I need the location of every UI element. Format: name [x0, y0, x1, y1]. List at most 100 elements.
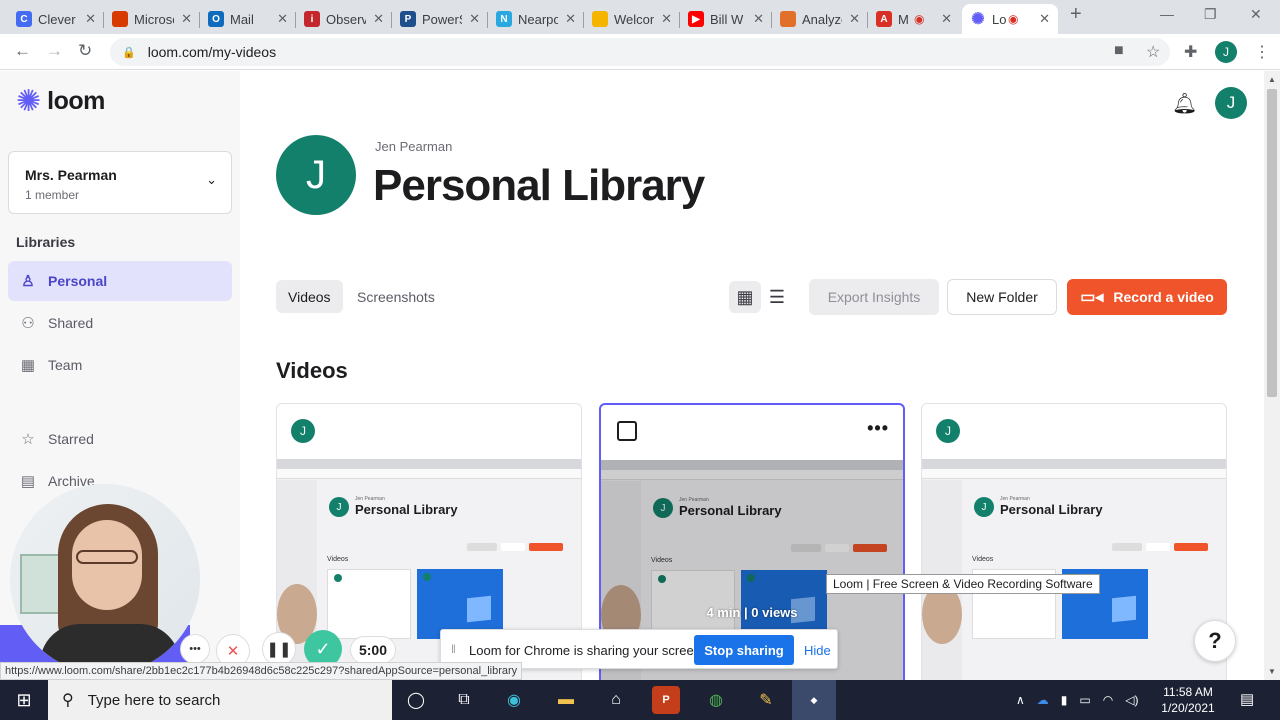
browser-tab[interactable]: A M ◉ ✕	[868, 4, 960, 34]
bookmark-star-icon[interactable]: ☆	[1146, 42, 1160, 62]
tab-videos[interactable]: Videos	[276, 280, 343, 313]
chrome-icon[interactable]: ◍	[702, 686, 730, 714]
drag-handle-icon[interactable]: ‖	[451, 642, 456, 656]
windows-start-button[interactable]: ⊞	[0, 680, 48, 720]
new-tab-icon[interactable]: +	[1070, 3, 1082, 26]
browser-tab[interactable]: N Nearpod ✕	[488, 4, 584, 34]
task-view-icon[interactable]: ⧉	[450, 686, 478, 714]
browser-tab[interactable]: Microsoft ✕	[104, 4, 200, 34]
export-insights-button[interactable]: Export Insights	[809, 279, 939, 315]
browser-tab[interactable]: ▶ Bill W ✕	[680, 4, 772, 34]
list-view-icon[interactable]: ☰	[761, 281, 793, 313]
video-camera-icon: ▭◂	[1080, 289, 1104, 306]
onedrive-icon[interactable]: ☁	[1037, 693, 1049, 707]
thumbnail-tabstrip	[277, 459, 581, 469]
person-icon: ♙	[21, 273, 35, 290]
system-tray: ∧ ☁ ▮ ▭ ◠ ◁)	[1016, 680, 1138, 720]
browser-tab[interactable]: C Clever ✕	[8, 4, 104, 34]
notification-icon[interactable]: ▤	[1240, 690, 1254, 708]
office-icon	[112, 11, 128, 27]
minimize-icon[interactable]: —	[1160, 6, 1174, 22]
grid-view-icon[interactable]: ▦	[729, 281, 761, 313]
video-card[interactable]: J J Jen Pearman Personal Library Videos	[921, 403, 1227, 693]
reload-icon[interactable]: ↻	[78, 41, 92, 61]
back-icon[interactable]: ←	[14, 41, 31, 61]
sticky-notes-icon[interactable]: ✎	[752, 686, 780, 714]
wifi-icon[interactable]: ◠	[1103, 693, 1113, 707]
close-icon[interactable]: ✕	[469, 11, 480, 27]
close-icon[interactable]: ✕	[565, 11, 576, 27]
battery-icon[interactable]: ▭	[1079, 693, 1090, 707]
scroll-down-icon[interactable]: ▼	[1268, 667, 1276, 676]
close-icon[interactable]: ✕	[85, 11, 96, 27]
taskbar-clock[interactable]: 11:58 AM 1/20/2021	[1148, 684, 1228, 716]
address-bar[interactable]: 🔒 loom.com/my-videos	[110, 38, 1170, 66]
restore-icon[interactable]: ❐	[1204, 6, 1217, 23]
forward-icon[interactable]: →	[46, 41, 63, 61]
hide-share-bar-button[interactable]: Hide	[804, 643, 831, 658]
camera-bubble[interactable]	[10, 484, 200, 674]
tab-screenshots[interactable]: Screenshots	[345, 280, 447, 313]
loom-logo[interactable]: ✺ loom	[16, 86, 105, 116]
powerpoint-icon[interactable]: P	[652, 686, 680, 714]
microphone-icon[interactable]: ▮	[1061, 693, 1068, 707]
user-avatar[interactable]: J	[1215, 87, 1247, 119]
more-options-icon[interactable]: •••	[867, 418, 889, 439]
recording-more-button[interactable]: •••	[180, 634, 210, 664]
slides-icon	[592, 11, 608, 27]
browser-tab[interactable]: Analyze ✕	[772, 4, 868, 34]
tab-title: Mail	[230, 11, 254, 27]
kebab-menu-icon[interactable]: ⋮	[1254, 42, 1270, 62]
sidebar-item-personal[interactable]: ♙ Personal	[8, 261, 232, 301]
new-folder-button[interactable]: New Folder	[947, 279, 1057, 315]
select-checkbox[interactable]	[617, 421, 637, 441]
close-icon[interactable]: ✕	[181, 11, 192, 27]
sidebar-item-label: Starred	[48, 431, 94, 447]
libraries-heading: Libraries	[16, 234, 76, 250]
close-icon[interactable]: ✕	[277, 11, 288, 27]
cortana-icon[interactable]: ◯	[402, 686, 430, 714]
record-video-button[interactable]: ▭◂ Record a video	[1067, 279, 1227, 315]
close-icon[interactable]: ✕	[941, 11, 952, 27]
browser-tab[interactable]: P PowerSchool ✕	[392, 4, 488, 34]
browser-tab[interactable]: O Mail ✕	[200, 4, 296, 34]
browser-tab-active[interactable]: ✺ Loom ◉ ✕	[962, 4, 1058, 34]
close-icon[interactable]: ✕	[849, 11, 860, 27]
taskbar-search-box[interactable]: ⚲ Type here to search	[48, 680, 392, 720]
sidebar-item-team[interactable]: ▦ Team	[8, 345, 232, 385]
camera-icon[interactable]: ■	[1114, 42, 1124, 60]
volume-icon[interactable]: ◁)	[1125, 693, 1138, 707]
workspace-switcher[interactable]: Mrs. Pearman 1 member ⌄	[8, 151, 232, 214]
edge-icon[interactable]: ◉	[500, 686, 528, 714]
page-scrollbar[interactable]: ▲ ▼	[1264, 71, 1280, 680]
help-button[interactable]: ?	[1194, 620, 1236, 662]
sidebar-item-shared[interactable]: ⚇ Shared	[8, 303, 232, 343]
close-icon[interactable]: ✕	[373, 11, 384, 27]
store-icon[interactable]: ⌂	[602, 686, 630, 714]
sidebar-item-starred[interactable]: ☆ Starred	[8, 419, 232, 459]
extensions-icon[interactable]: ✚	[1184, 42, 1197, 62]
tray-chevron-icon[interactable]: ∧	[1016, 693, 1025, 707]
nearpod-icon: N	[496, 11, 512, 27]
check-icon: ✓	[315, 638, 331, 659]
browser-tab[interactable]: Welcome ✕	[584, 4, 680, 34]
tab-title: Loom	[992, 11, 1006, 27]
stop-sharing-button[interactable]: Stop sharing	[694, 635, 794, 665]
profile-avatar[interactable]: J	[1215, 41, 1237, 63]
observe-icon: i	[304, 11, 320, 27]
thumbnail-buttons	[467, 538, 577, 551]
close-icon[interactable]: ✕	[753, 11, 764, 27]
clever-taskbar-icon[interactable]: ◆	[792, 680, 836, 720]
browser-tab[interactable]: i Observe ✕	[296, 4, 392, 34]
scroll-up-icon[interactable]: ▲	[1268, 75, 1276, 84]
alert-icon: A	[876, 11, 892, 27]
close-window-icon[interactable]: ✕	[1250, 6, 1262, 23]
pause-recording-button[interactable]: ❚❚	[262, 632, 296, 666]
close-icon[interactable]: ✕	[1039, 11, 1050, 27]
scrollbar-thumb[interactable]	[1267, 89, 1277, 397]
tab-title: Welcome	[614, 11, 654, 27]
bell-icon[interactable]: 🔔︎	[1172, 91, 1197, 116]
tab-title: Microsoft	[134, 11, 174, 27]
file-explorer-icon[interactable]: ▬	[552, 686, 580, 714]
close-icon[interactable]: ✕	[661, 11, 672, 27]
